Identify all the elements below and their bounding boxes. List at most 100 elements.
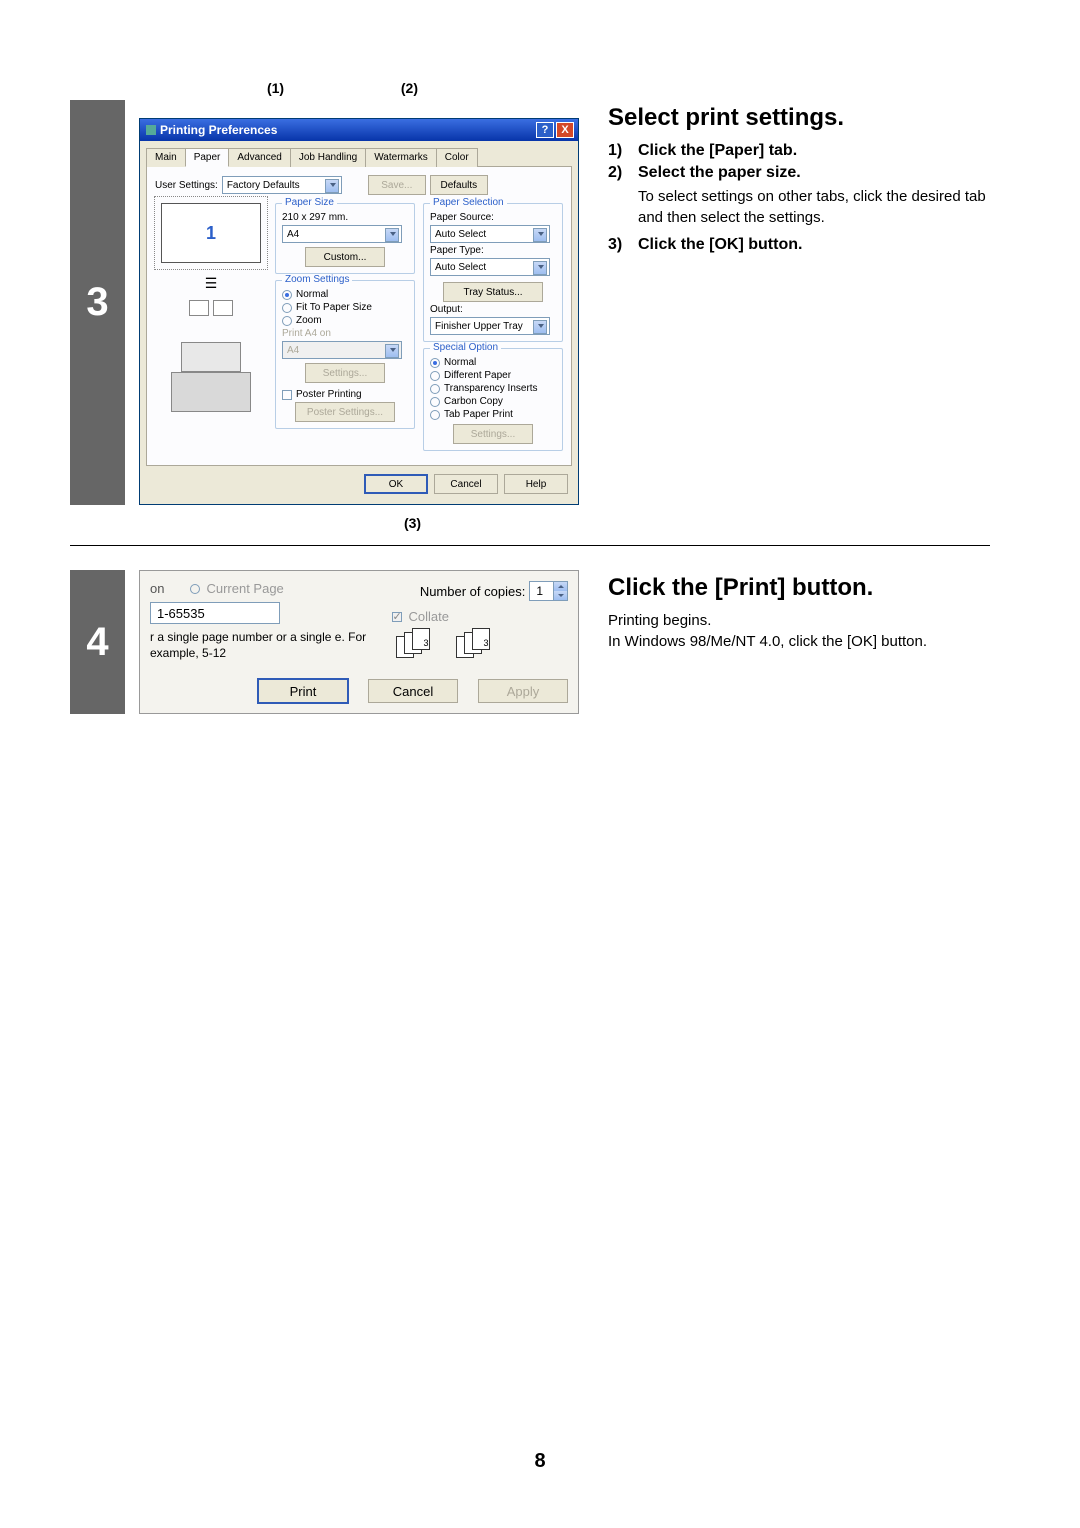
step3-number: 3: [70, 100, 125, 505]
paper-source-label: Paper Source:: [430, 212, 556, 223]
paper-type-label: Paper Type:: [430, 245, 556, 256]
step4-heading: Click the [Print] button.: [608, 574, 990, 602]
sp-tab-radio[interactable]: Tab Paper Print: [430, 409, 556, 420]
orientation-icon: ☰: [155, 275, 267, 292]
collate-icon-1: 123: [396, 628, 436, 658]
callouts-bottom: (3): [125, 515, 580, 531]
help-window-button[interactable]: ?: [536, 122, 554, 138]
paper-size-group: Paper Size 210 x 297 mm. A4 Custom...: [275, 203, 415, 274]
page: 3 (1) (2) Printing Preferences ? X: [0, 0, 1080, 1528]
paper-size-title: Paper Size: [282, 197, 337, 208]
custom-button[interactable]: Custom...: [305, 247, 385, 267]
collate-icons: 123 123: [396, 628, 568, 658]
help-button[interactable]: Help: [504, 474, 568, 494]
paper-dims: 210 x 297 mm.: [282, 212, 408, 223]
zoom-normal-radio[interactable]: Normal: [282, 289, 408, 300]
tab-paper[interactable]: Paper: [185, 148, 230, 167]
dialog-body: Main Paper Advanced Job Handling Waterma…: [140, 141, 578, 504]
copies-label: Number of copies:: [420, 584, 526, 599]
printer-illustration: [161, 322, 261, 412]
snippet-left: on Current Page 1-65535 r a single page …: [150, 581, 380, 661]
defaults-button[interactable]: Defaults: [430, 175, 488, 195]
tab-job-handling[interactable]: Job Handling: [290, 148, 366, 167]
substep-2: 2) Select the paper size.: [608, 164, 990, 182]
poster-settings-button: Poster Settings...: [295, 402, 395, 422]
output-label: Output:: [430, 304, 556, 315]
preview-number: 1: [206, 223, 216, 244]
step4-body2: In Windows 98/Me/NT 4.0, click the [OK] …: [608, 633, 990, 650]
user-settings-row: User Settings: Factory Defaults Save... …: [155, 175, 563, 195]
copies-value: 1: [530, 584, 553, 598]
collate-label: Collate: [408, 609, 448, 624]
print-preferences-dialog: Printing Preferences ? X Main Paper Adva…: [139, 118, 579, 505]
paper-size-select[interactable]: A4: [282, 225, 402, 243]
preview-column: 1 ☰: [155, 203, 267, 457]
step3-screenshot: (1) (2) Printing Preferences ? X Main Pa…: [125, 100, 580, 505]
page-range-value: 1-65535: [157, 606, 205, 621]
divider: [70, 545, 990, 546]
close-window-button[interactable]: X: [556, 122, 574, 138]
special-option-title: Special Option: [430, 342, 501, 353]
step4-screenshot: on Current Page 1-65535 r a single page …: [125, 570, 580, 714]
user-settings-value: Factory Defaults: [227, 180, 300, 191]
page-range-input[interactable]: 1-65535: [150, 602, 280, 624]
dialog-title-text: Printing Preferences: [160, 123, 277, 137]
print-a4-on-label: Print A4 on: [282, 328, 408, 339]
panel-columns: 1 ☰: [155, 203, 563, 457]
print-dialog-snippet: on Current Page 1-65535 r a single page …: [139, 570, 579, 714]
print-button[interactable]: Print: [258, 679, 348, 703]
user-settings-select[interactable]: Factory Defaults: [222, 176, 342, 194]
paper-selection-group: Paper Selection Paper Source: Auto Selec…: [423, 203, 563, 342]
page-number: 8: [0, 1450, 1080, 1473]
current-page-radio[interactable]: [190, 584, 200, 594]
substep-2-detail: To select settings on other tabs, click …: [638, 186, 990, 228]
zoom-fit-radio[interactable]: Fit To Paper Size: [282, 302, 408, 313]
collate-icon-2: 123: [456, 628, 496, 658]
tab-color[interactable]: Color: [436, 148, 478, 167]
sp-normal-radio[interactable]: Normal: [430, 357, 556, 368]
cancel-button[interactable]: Cancel: [434, 474, 498, 494]
stack-icon-2: [213, 300, 233, 316]
paper-selection-title: Paper Selection: [430, 197, 507, 208]
copies-spinner[interactable]: 1: [529, 581, 568, 601]
paper-source-value: Auto Select: [435, 229, 486, 240]
dialog-title: Printing Preferences: [146, 123, 534, 137]
sp-different-radio[interactable]: Different Paper: [430, 370, 556, 381]
output-select[interactable]: Finisher Upper Tray: [430, 317, 550, 335]
zoom-zoom-radio[interactable]: Zoom: [282, 315, 408, 326]
tabs-row: Main Paper Advanced Job Handling Waterma…: [146, 147, 572, 167]
sp-carbon-radio[interactable]: Carbon Copy: [430, 396, 556, 407]
range-hint: r a single page number or a single e. Fo…: [150, 630, 380, 661]
tab-watermarks[interactable]: Watermarks: [365, 148, 437, 167]
callout-2: (2): [334, 80, 484, 96]
substep-1: 1) Click the [Paper] tab.: [608, 142, 990, 160]
tab-main[interactable]: Main: [146, 148, 186, 167]
paper-type-select[interactable]: Auto Select: [430, 258, 550, 276]
step3-text: Select print settings. 1) Click the [Pap…: [580, 100, 990, 505]
copies-row: Number of copies: 1: [392, 581, 568, 601]
poster-printing-check[interactable]: Poster Printing: [282, 389, 408, 400]
paper-source-select[interactable]: Auto Select: [430, 225, 550, 243]
tab-advanced[interactable]: Advanced: [228, 148, 290, 167]
stack-icons: [155, 300, 267, 316]
output-value: Finisher Upper Tray: [435, 321, 523, 332]
tray-status-button[interactable]: Tray Status...: [443, 282, 543, 302]
snippet-buttons: Print Cancel Apply: [150, 679, 568, 703]
snippet-cancel-button[interactable]: Cancel: [368, 679, 458, 703]
collate-checkbox[interactable]: [392, 612, 402, 622]
sp-transparency-radio[interactable]: Transparency Inserts: [430, 383, 556, 394]
sp-settings-button: Settings...: [453, 424, 533, 444]
step4-row: 4 on Current Page 1-65535 r a s: [70, 570, 990, 714]
step4-number: 4: [70, 570, 125, 714]
zoom-title: Zoom Settings: [282, 274, 352, 285]
paper-size-value: A4: [287, 229, 299, 240]
print-a4-on-select: A4: [282, 341, 402, 359]
current-page-label: Current Page: [206, 581, 283, 596]
step3-row: 3 (1) (2) Printing Preferences ? X: [70, 100, 990, 505]
ok-button[interactable]: OK: [364, 474, 428, 494]
save-button[interactable]: Save...: [368, 175, 426, 195]
callout-3: (3): [125, 515, 580, 531]
step3-heading: Select print settings.: [608, 104, 990, 132]
right-column: Paper Selection Paper Source: Auto Selec…: [423, 203, 563, 457]
paper-type-value: Auto Select: [435, 262, 486, 273]
